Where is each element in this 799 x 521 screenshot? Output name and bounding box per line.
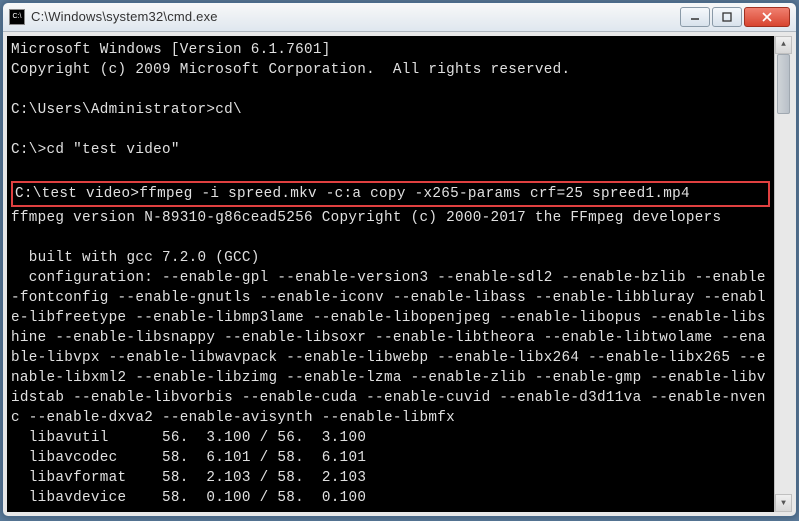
minimize-button[interactable] [680,7,710,27]
cmd-window: C:\Windows\system32\cmd.exe Microsoft Wi… [2,2,797,517]
window-controls [680,7,790,27]
scroll-thumb[interactable] [777,54,790,114]
cmd-icon [9,9,25,25]
scroll-down-arrow[interactable]: ▼ [775,494,792,512]
lib-line: libavcodec 58. 6.101 / 58. 6.101 [11,450,366,466]
output-line: ffmpeg version N-89310-g86cead5256 Copyr… [11,210,721,226]
titlebar[interactable]: C:\Windows\system32\cmd.exe [3,3,796,32]
vertical-scrollbar[interactable]: ▲ ▼ [774,36,792,512]
lib-line: libavdevice 58. 0.100 / 58. 0.100 [11,490,366,506]
scroll-up-arrow[interactable]: ▲ [775,36,792,54]
prompt-line: C:\Users\Administrator>cd\ [11,102,242,118]
output-config: configuration: --enable-gpl --enable-ver… [11,270,766,426]
lib-line: libavformat 58. 2.103 / 58. 2.103 [11,470,366,486]
terminal-output[interactable]: Microsoft Windows [Version 6.1.7601] Cop… [7,36,774,512]
prompt-line: C:\>cd "test video" [11,142,180,158]
window-title: C:\Windows\system32\cmd.exe [31,9,680,24]
highlighted-command: C:\test video>ffmpeg -i spreed.mkv -c:a … [11,181,770,207]
output-line: Copyright (c) 2009 Microsoft Corporation… [11,62,570,78]
close-button[interactable] [744,7,790,27]
terminal-container: Microsoft Windows [Version 6.1.7601] Cop… [7,36,792,512]
maximize-button[interactable] [712,7,742,27]
scroll-track[interactable] [775,54,792,494]
output-line: built with gcc 7.2.0 (GCC) [11,250,260,266]
lib-line: libavutil 56. 3.100 / 56. 3.100 [11,430,366,446]
output-line: Microsoft Windows [Version 6.1.7601] [11,42,331,58]
